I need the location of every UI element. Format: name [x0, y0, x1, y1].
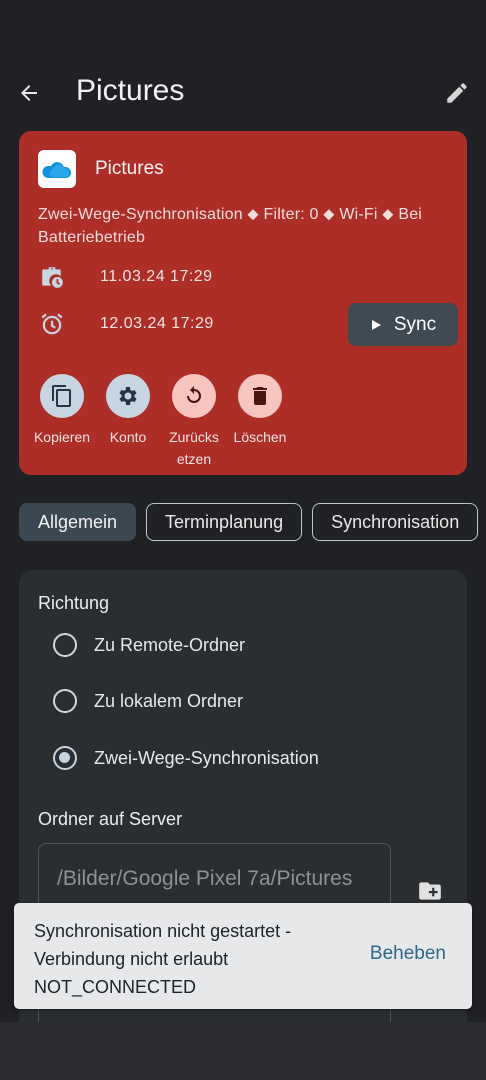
copy-icon	[40, 374, 84, 418]
option-label: Zu Remote-Ordner	[94, 634, 246, 655]
tab-general[interactable]: Allgemein	[19, 503, 137, 541]
app-bar: Pictures	[0, 60, 486, 124]
direction-heading: Richtung	[38, 593, 110, 613]
option-to-local[interactable]: Zu lokalem Ordner	[53, 686, 243, 716]
sync-description: Zwei-Wege-Synchronisation ⬥ Filter: 0 ⬥ …	[38, 206, 423, 246]
folder-plus-icon	[419, 882, 441, 900]
back-button[interactable]	[14, 78, 44, 108]
server-folder-heading: Ordner auf Server	[38, 809, 183, 829]
reset-action[interactable]: Zurücks etzen	[163, 374, 225, 470]
copy-label: Kopieren	[33, 429, 91, 445]
account-action[interactable]: Konto	[99, 374, 157, 448]
delete-action[interactable]: Löschen	[227, 374, 293, 448]
reset-icon	[172, 374, 216, 418]
snackbar-message: Synchronisation nicht gestartet - Verbin…	[34, 921, 292, 997]
copy-action[interactable]: Kopieren	[23, 374, 101, 448]
account-label: Konto	[109, 429, 147, 445]
tab-synchronisation[interactable]: Synchronisation	[312, 503, 479, 541]
card-title: Pictures	[95, 158, 164, 179]
reset-label: Zurücks etzen	[169, 429, 219, 467]
page-title: Pictures	[76, 74, 185, 107]
edit-button[interactable]	[442, 78, 472, 108]
snackbar: Synchronisation nicht gestartet - Verbin…	[14, 903, 472, 1009]
next-sync-date: 12.03.24 17:29	[100, 315, 214, 332]
sync-button[interactable]: Sync	[348, 303, 458, 346]
option-two-way[interactable]: Zwei-Wege-Synchronisation	[53, 743, 319, 773]
option-to-remote[interactable]: Zu Remote-Ordner	[53, 630, 245, 660]
sync-job-card[interactable]: Pictures Zwei-Wege-Synchronisation ⬥ Fil…	[19, 131, 467, 475]
add-folder-button[interactable]	[415, 876, 445, 906]
play-icon	[371, 319, 381, 330]
fix-button[interactable]: Beheben	[370, 943, 446, 965]
tab-bar: Allgemein Terminplanung Synchronisation	[19, 503, 479, 541]
tab-scheduling[interactable]: Terminplanung	[146, 503, 303, 541]
gear-icon	[106, 374, 150, 418]
radio-button[interactable]	[53, 633, 77, 657]
radio-button[interactable]	[53, 689, 77, 713]
alarm-clock-icon	[38, 310, 66, 338]
next-sync-row: 12.03.24 17:29	[38, 310, 214, 338]
pencil-icon	[447, 83, 467, 103]
sync-button-label: Sync	[393, 313, 437, 335]
option-label: Zu lokalem Ordner	[94, 690, 244, 711]
system-nav-bar	[0, 1022, 486, 1080]
briefcase-clock-icon	[38, 263, 66, 291]
option-label: Zwei-Wege-Synchronisation	[94, 747, 319, 768]
delete-label: Löschen	[233, 429, 287, 445]
last-sync-row: 11.03.24 17:29	[38, 263, 213, 291]
arrow-left-icon	[21, 85, 37, 101]
onedrive-cloud-icon	[38, 150, 76, 188]
radio-button-checked[interactable]	[53, 746, 77, 770]
last-sync-date: 11.03.24 17:29	[100, 268, 213, 285]
trash-icon	[238, 374, 282, 418]
